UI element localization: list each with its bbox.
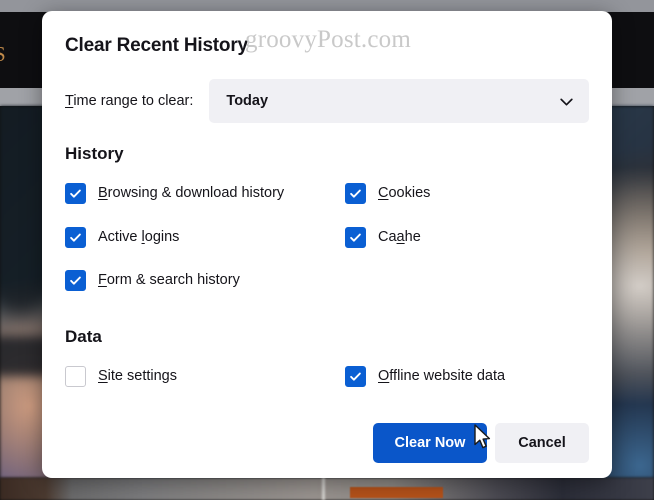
accesskey-char: a (396, 229, 405, 245)
check-icon (350, 372, 361, 381)
chevron-down-icon (558, 93, 575, 110)
label-rest: rowsing & download history (107, 185, 285, 201)
checkbox-row-site-settings[interactable]: Site settings (65, 365, 177, 387)
check-icon (350, 233, 361, 242)
checkbox-row-form-search-history[interactable]: Form & search history (65, 269, 240, 291)
checkbox-label-active-logins: Active logins (98, 229, 179, 245)
checkbox-row-cookies[interactable]: Cookies (345, 182, 430, 204)
time-range-row: Time range to clear: Today (65, 79, 589, 123)
label-pre: Active (98, 229, 142, 245)
checkbox-row-offline-website-data[interactable]: Offline website data (345, 365, 505, 387)
checkbox-active-logins[interactable] (65, 226, 86, 248)
time-range-label: Time range to clear: (65, 93, 193, 109)
check-icon (70, 276, 81, 285)
accesskey-char: C (378, 185, 389, 201)
dialog-title: Clear Recent History (65, 35, 248, 56)
cancel-button[interactable]: Cancel (495, 423, 589, 463)
check-icon (70, 233, 81, 242)
time-range-selected-value: Today (226, 93, 269, 109)
label-rest: ogins (144, 229, 180, 245)
checkbox-browsing-download-history[interactable] (65, 182, 86, 204)
clear-recent-history-dialog: Clear Recent History groovyPost.com Time… (42, 11, 612, 478)
time-range-dropdown[interactable]: Today (209, 79, 589, 123)
checkbox-label-cache: Caahe (378, 229, 421, 245)
checkbox-label-site-settings: Site settings (98, 368, 177, 384)
label-pre: Ca (378, 229, 397, 245)
checkbox-row-browsing-download-history[interactable]: Browsing & download history (65, 182, 284, 204)
checkbox-label-cookies: Cookies (378, 185, 430, 201)
accesskey-char: B (98, 185, 108, 201)
section-heading-history: History (65, 144, 124, 163)
checkbox-row-active-logins[interactable]: Active logins (65, 226, 179, 248)
label-rest: ffline website data (389, 368, 506, 384)
backdrop-toolbar-text: S (0, 42, 6, 67)
checkbox-label-offline-website-data: Offline website data (378, 368, 505, 384)
time-range-label-rest: ime range to clear: (73, 93, 194, 109)
backdrop-bottom-accent-bar (350, 487, 443, 498)
backdrop-bottom-band (0, 478, 654, 500)
checkbox-label-form-search-history: Form & search history (98, 272, 240, 288)
check-icon (70, 189, 81, 198)
label-rest: ite settings (107, 368, 177, 384)
accesskey-char: S (98, 368, 108, 384)
label-rest: he (404, 229, 421, 245)
checkbox-site-settings[interactable] (65, 365, 86, 387)
clear-now-button[interactable]: Clear Now (373, 423, 487, 463)
checkbox-cookies[interactable] (345, 182, 366, 204)
checkbox-label-browsing-download-history: Browsing & download history (98, 185, 284, 201)
checkbox-form-search-history[interactable] (65, 269, 86, 291)
accesskey-char: O (378, 368, 390, 384)
label-rest: ookies (388, 185, 431, 201)
accesskey-char: F (98, 272, 107, 288)
backdrop-bottom-divider (322, 478, 325, 500)
checkbox-offline-website-data[interactable] (345, 365, 366, 387)
watermark-groovypost: groovyPost.com (245, 26, 411, 53)
checkbox-cache[interactable] (345, 226, 366, 248)
section-heading-data: Data (65, 327, 102, 346)
checkbox-row-cache[interactable]: Caahe (345, 226, 421, 248)
label-rest: orm & search history (106, 272, 240, 288)
check-icon (350, 189, 361, 198)
